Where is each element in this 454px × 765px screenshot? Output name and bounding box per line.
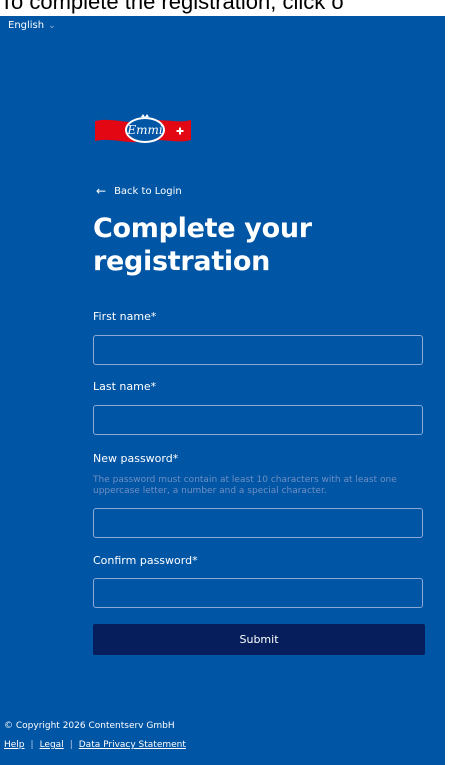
- back-to-login-label: Back to Login: [114, 185, 182, 197]
- data-privacy-link[interactable]: Data Privacy Statement: [79, 740, 186, 750]
- first-name-field[interactable]: [93, 335, 423, 365]
- language-selector[interactable]: English ⌄: [8, 20, 56, 31]
- submit-button[interactable]: Submit: [93, 624, 425, 655]
- footer-separator: |: [69, 740, 73, 750]
- page-caption: To complete the registration, click o: [0, 0, 454, 16]
- language-label: English: [8, 20, 45, 31]
- back-to-login-link[interactable]: ← Back to Login: [96, 184, 182, 198]
- footer-links: Help | Legal | Data Privacy Statement: [4, 740, 186, 750]
- chevron-down-icon: ⌄: [48, 20, 56, 31]
- logo-wordmark: Emmi: [126, 123, 163, 137]
- last-name-label: Last name*: [93, 380, 157, 393]
- confirm-password-label: Confirm password*: [93, 554, 198, 567]
- first-name-label: First name*: [93, 310, 157, 323]
- registration-page: English ⌄ Emmi ← Back to Login Complete …: [0, 16, 445, 765]
- caption-text: To complete the registration, click o: [0, 0, 344, 14]
- emmi-logo: Emmi: [95, 114, 191, 143]
- new-password-field[interactable]: [93, 508, 423, 538]
- copyright-text: © Copyright 2026 Contentserv GmbH: [4, 721, 175, 731]
- new-password-label: New password*: [93, 452, 179, 465]
- page-edge: [445, 16, 454, 765]
- arrow-left-icon: ←: [96, 184, 107, 198]
- confirm-password-field[interactable]: [93, 578, 423, 608]
- footer-separator: |: [30, 740, 34, 750]
- last-name-field[interactable]: [93, 405, 423, 435]
- page-title: Complete your registration: [93, 213, 312, 277]
- help-link[interactable]: Help: [4, 740, 25, 750]
- legal-link[interactable]: Legal: [40, 740, 64, 750]
- password-requirements-hint: The password must contain at least 10 ch…: [93, 475, 397, 496]
